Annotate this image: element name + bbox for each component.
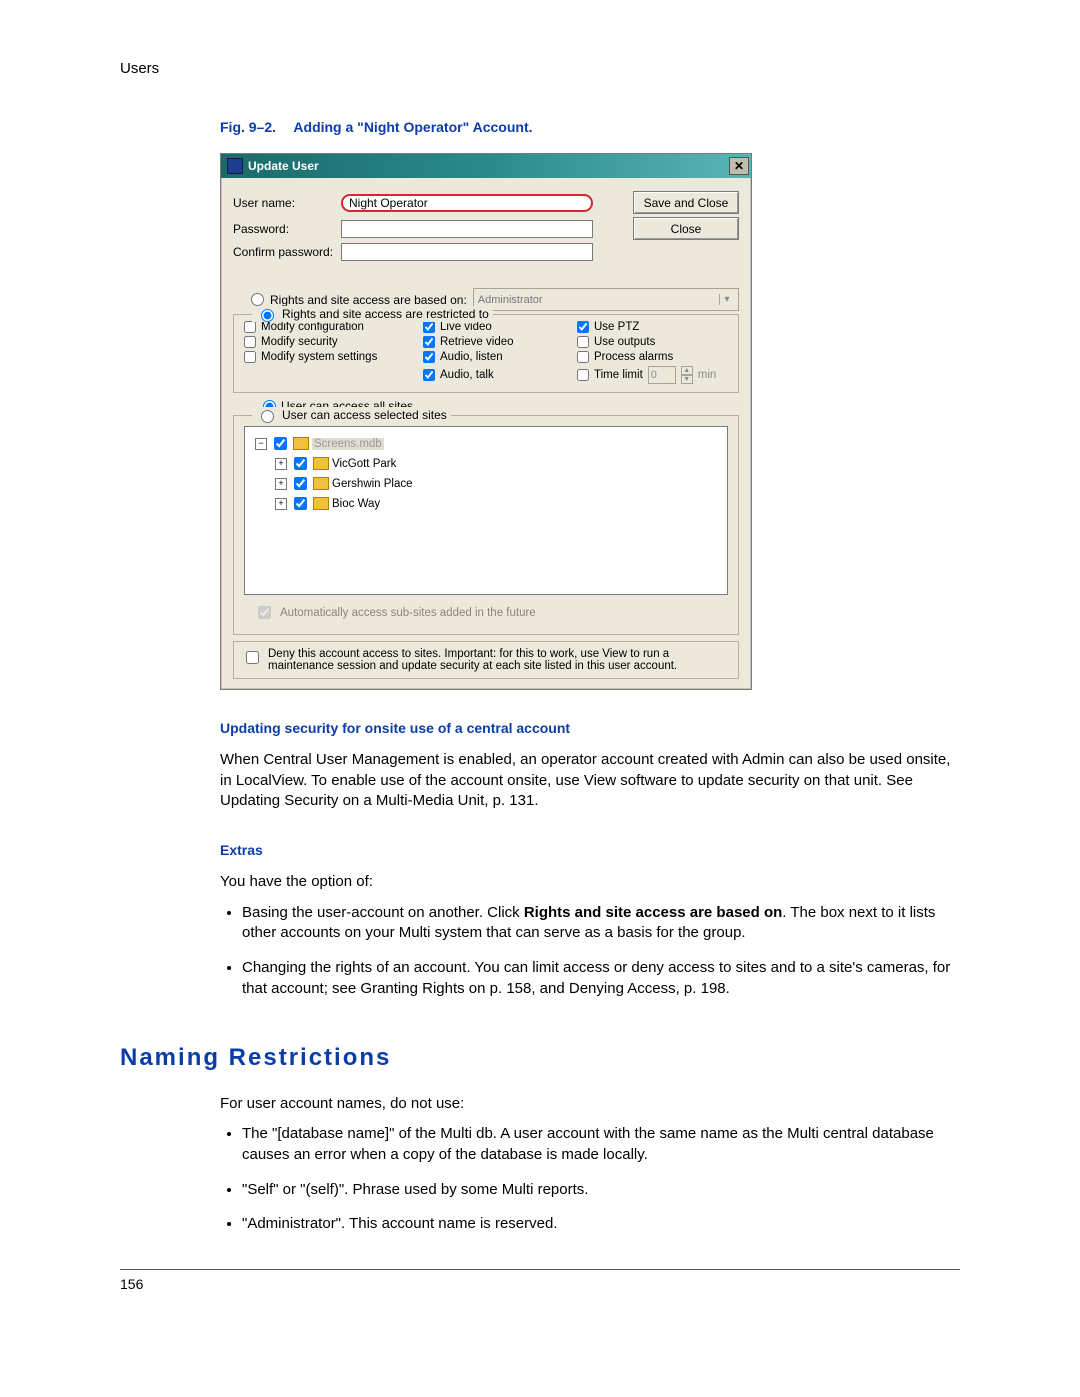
- process-alarms-label: Process alarms: [594, 351, 673, 363]
- password-input[interactable]: [341, 220, 593, 238]
- audio-talk-checkbox[interactable]: [423, 369, 435, 381]
- tree-item-checkbox[interactable]: [294, 457, 307, 470]
- save-and-close-button[interactable]: Save and Close: [633, 191, 739, 214]
- deny-access-checkbox[interactable]: [246, 651, 259, 664]
- modify-security-label: Modify security: [261, 336, 338, 348]
- folder-icon: [313, 477, 329, 490]
- list-item: Changing the rights of an account. You c…: [242, 958, 960, 999]
- figure-caption: Fig. 9–2. Adding a "Night Operator" Acco…: [220, 119, 960, 135]
- live-video-label: Live video: [440, 321, 492, 333]
- tree-expand-icon[interactable]: +: [275, 458, 287, 470]
- auto-subsites-checkbox[interactable]: [258, 606, 271, 619]
- chevron-down-icon: ▾: [719, 294, 734, 305]
- modify-configuration-checkbox[interactable]: [244, 321, 256, 333]
- time-limit-label: Time limit: [594, 369, 643, 381]
- section-title-naming-restrictions: Naming Restrictions: [120, 1044, 960, 1072]
- restricted-to-label: Rights and site access are restricted to: [282, 307, 489, 321]
- access-selected-sites-radio[interactable]: [261, 410, 274, 423]
- rights-fieldset: Rights and site access are restricted to…: [233, 314, 739, 393]
- figure-title: Adding a "Night Operator" Account.: [293, 119, 532, 135]
- footer-rule: [120, 1269, 960, 1270]
- based-on-radio[interactable]: [251, 293, 264, 306]
- tree-item-label: VicGott Park: [332, 458, 396, 470]
- time-limit-unit: min: [698, 369, 717, 381]
- deny-access-label: Deny this account access to sites. Impor…: [268, 648, 730, 672]
- retrieve-video-label: Retrieve video: [440, 336, 514, 348]
- subheading-updating-security: Updating security for onsite use of a ce…: [220, 720, 960, 736]
- body-paragraph: For user account names, do not use:: [220, 1094, 960, 1115]
- use-ptz-label: Use PTZ: [594, 321, 639, 333]
- based-on-select[interactable]: Administrator ▾: [473, 288, 739, 311]
- password-label: Password:: [233, 222, 341, 236]
- tree-item-label: Bioc Way: [332, 498, 380, 510]
- retrieve-video-checkbox[interactable]: [423, 336, 435, 348]
- confirm-password-label: Confirm password:: [233, 245, 341, 259]
- app-icon: [227, 158, 243, 174]
- tree-item-label: Gershwin Place: [332, 478, 413, 490]
- text-bold: Rights and site access are based on: [524, 904, 782, 921]
- dialog-titlebar: Update User ✕: [221, 154, 751, 178]
- username-label: User name:: [233, 196, 341, 210]
- tree-expand-icon[interactable]: +: [275, 498, 287, 510]
- live-video-checkbox[interactable]: [423, 321, 435, 333]
- body-paragraph: You have the option of:: [220, 872, 960, 893]
- folder-icon: [313, 457, 329, 470]
- audio-listen-label: Audio, listen: [440, 351, 503, 363]
- folder-icon: [313, 497, 329, 510]
- list-item: "Administrator". This account name is re…: [242, 1214, 960, 1235]
- list-item: Basing the user-account on another. Clic…: [242, 903, 960, 944]
- confirm-password-input[interactable]: [341, 243, 593, 261]
- list-item: "Self" or "(self)". Phrase used by some …: [242, 1180, 960, 1201]
- tree-expand-icon[interactable]: +: [275, 478, 287, 490]
- page-number: 156: [120, 1276, 960, 1292]
- time-limit-checkbox[interactable]: [577, 369, 589, 381]
- text-run: Basing the user-account on another. Clic…: [242, 904, 524, 921]
- use-ptz-checkbox[interactable]: [577, 321, 589, 333]
- subheading-extras: Extras: [220, 842, 960, 858]
- modify-configuration-label: Modify configuration: [261, 321, 364, 333]
- body-paragraph: When Central User Management is enabled,…: [220, 750, 960, 812]
- modify-security-checkbox[interactable]: [244, 336, 256, 348]
- time-limit-spinner[interactable]: ▲▼: [681, 366, 693, 384]
- based-on-value: Administrator: [478, 294, 543, 306]
- time-limit-input[interactable]: [648, 366, 676, 384]
- modify-system-label: Modify system settings: [261, 351, 377, 363]
- tree-item-checkbox[interactable]: [294, 477, 307, 490]
- figure-number: Fig. 9–2.: [220, 119, 276, 135]
- page-header: Users: [120, 60, 960, 77]
- access-selected-sites-label: User can access selected sites: [282, 408, 447, 422]
- tree-root-label: Screens.mdb: [312, 438, 384, 450]
- modify-system-checkbox[interactable]: [244, 351, 256, 363]
- tree-root-checkbox[interactable]: [274, 437, 287, 450]
- update-user-dialog: Update User ✕ User name: Save and Close …: [220, 153, 752, 690]
- auto-subsites-label: Automatically access sub-sites added in …: [280, 607, 536, 619]
- based-on-label: Rights and site access are based on:: [270, 293, 467, 307]
- site-tree[interactable]: − Screens.mdb + VicGott Park: [244, 426, 728, 595]
- use-outputs-label: Use outputs: [594, 336, 655, 348]
- close-icon[interactable]: ✕: [729, 157, 749, 175]
- list-item: The "[database name]" of the Multi db. A…: [242, 1124, 960, 1165]
- use-outputs-checkbox[interactable]: [577, 336, 589, 348]
- tree-item-checkbox[interactable]: [294, 497, 307, 510]
- close-button[interactable]: Close: [633, 217, 739, 240]
- restricted-to-radio[interactable]: [261, 309, 274, 322]
- tree-collapse-icon[interactable]: −: [255, 438, 267, 450]
- audio-listen-checkbox[interactable]: [423, 351, 435, 363]
- dialog-title: Update User: [248, 159, 319, 173]
- username-input[interactable]: [341, 194, 593, 212]
- selected-sites-fieldset: User can access selected sites − Screens…: [233, 415, 739, 635]
- process-alarms-checkbox[interactable]: [577, 351, 589, 363]
- audio-talk-label: Audio, talk: [440, 369, 494, 381]
- folder-icon: [293, 437, 309, 450]
